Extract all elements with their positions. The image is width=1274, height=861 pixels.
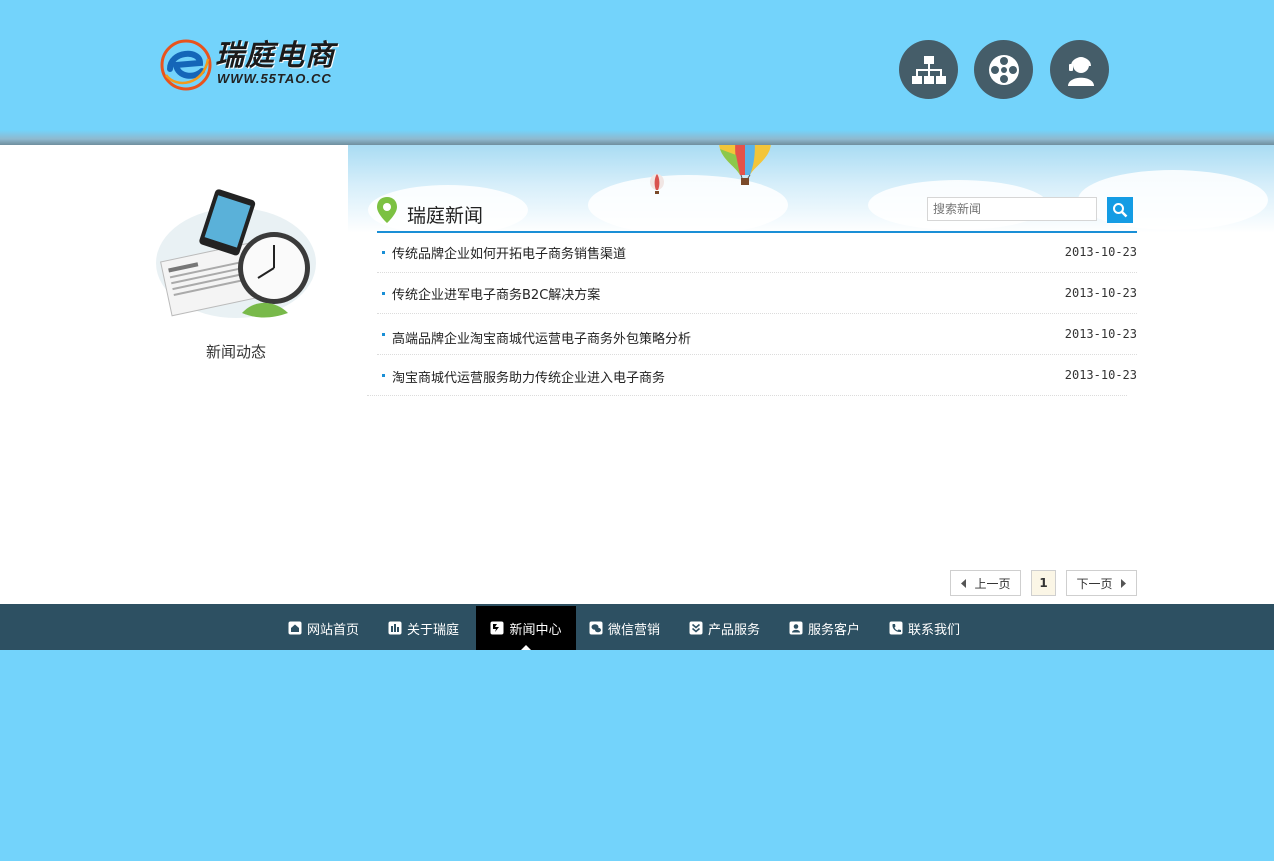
header-shadow <box>0 130 1274 145</box>
sitemap-button[interactable] <box>899 40 958 99</box>
nav-label: 关于瑞庭 <box>407 622 460 638</box>
location-pin-icon <box>377 197 397 223</box>
customer-service-icon <box>1067 56 1094 86</box>
prev-page-label: 上一页 <box>974 576 1011 591</box>
news-item: 高端品牌企业淘宝商城代运营电子商务外包策略分析 2013-10-23 <box>377 314 1137 355</box>
caret-left-icon <box>961 578 967 588</box>
logo-text: 瑞庭电商 <box>215 38 336 72</box>
sidebar-title: 新闻动态 <box>205 343 266 361</box>
news-date: 2013-10-23 <box>1064 245 1137 259</box>
news-item: 传统企业进军电子商务B2C解决方案 2013-10-23 <box>377 273 1137 314</box>
hot-air-balloon-icon <box>719 145 771 185</box>
product-icon <box>689 621 703 635</box>
nav-item-contact[interactable]: 联系我们 <box>889 606 960 650</box>
nav-label: 网站首页 <box>307 622 360 638</box>
prev-page-button[interactable]: 上一页 <box>950 570 1021 596</box>
small-balloon-icon <box>650 174 664 194</box>
news-item: 淘宝商城代运营服务助力传统企业进入电子商务 2013-10-23 <box>367 355 1137 396</box>
phone-icon <box>889 621 903 635</box>
next-page-button[interactable]: 下一页 <box>1066 570 1137 596</box>
wechat-icon <box>589 621 603 635</box>
nav-label: 联系我们 <box>908 622 961 638</box>
section-title: 瑞庭新闻 <box>407 205 484 227</box>
search-icon <box>1113 203 1128 218</box>
caret-right-icon <box>1120 578 1126 588</box>
film-reel-icon <box>988 54 1019 85</box>
sitemap-icon <box>911 55 946 84</box>
client-icon <box>789 621 803 635</box>
nav-label: 新闻中心 <box>509 622 562 638</box>
section-header: 瑞庭新闻 <box>377 197 1137 233</box>
nav-label: 服务客户 <box>808 622 861 638</box>
bullet <box>382 374 385 377</box>
nav-label: 微信营销 <box>608 622 661 638</box>
nav-item-news[interactable]: 新闻中心 <box>476 606 576 650</box>
bullet <box>382 333 385 336</box>
nav-item-products[interactable]: 产品服务 <box>689 606 760 650</box>
news-list: 传统品牌企业如何开拓电子商务销售渠道 2013-10-23 传统企业进军电子商务… <box>367 232 1137 396</box>
news-item: 传统品牌企业如何开拓电子商务销售渠道 2013-10-23 <box>377 232 1137 273</box>
bullet <box>382 251 385 254</box>
search-input[interactable] <box>927 197 1097 221</box>
nav-item-wechat[interactable]: 微信营销 <box>589 606 660 650</box>
news-title-link[interactable]: 传统企业进军电子商务B2C解决方案 <box>392 284 600 303</box>
search-button[interactable] <box>1107 197 1133 223</box>
main-content: 新闻动态 瑞庭新闻 传统品牌企业如何开拓电子商务销售渠道 2013-10-23 … <box>0 145 1274 604</box>
nav-item-clients[interactable]: 服务客户 <box>789 606 860 650</box>
news-date: 2013-10-23 <box>1064 286 1137 300</box>
header: 瑞庭电商 WWW.55TAO.CC <box>0 0 1274 143</box>
nav-item-about[interactable]: 关于瑞庭 <box>388 606 459 650</box>
nav-label: 产品服务 <box>708 622 761 638</box>
logo[interactable]: 瑞庭电商 WWW.55TAO.CC <box>160 38 350 92</box>
video-button[interactable] <box>974 40 1033 99</box>
customer-service-button[interactable] <box>1050 40 1109 99</box>
active-indicator <box>521 645 531 650</box>
next-page-label: 下一页 <box>1076 576 1113 591</box>
news-title-link[interactable]: 淘宝商城代运营服务助力传统企业进入电子商务 <box>392 367 665 386</box>
page-number-current[interactable]: 1 <box>1031 570 1056 596</box>
bullet <box>382 292 385 295</box>
nav-item-home[interactable]: 网站首页 <box>288 606 359 650</box>
news-title-link[interactable]: 高端品牌企业淘宝商城代运营电子商务外包策略分析 <box>392 328 691 347</box>
news-date: 2013-10-23 <box>1064 368 1137 382</box>
news-title-link[interactable]: 传统品牌企业如何开拓电子商务销售渠道 <box>392 243 626 262</box>
news-illustration <box>156 189 316 318</box>
home-icon <box>288 621 302 635</box>
news-icon <box>490 621 504 635</box>
chart-icon <box>388 621 402 635</box>
news-date: 2013-10-23 <box>1064 327 1137 341</box>
logo-url: WWW.55TAO.CC <box>217 71 332 86</box>
logo-e-icon <box>160 39 212 91</box>
main-nav: 网站首页 关于瑞庭 新闻中心 微信营销 产品服务 服务客户 联系我们 <box>0 604 1274 650</box>
